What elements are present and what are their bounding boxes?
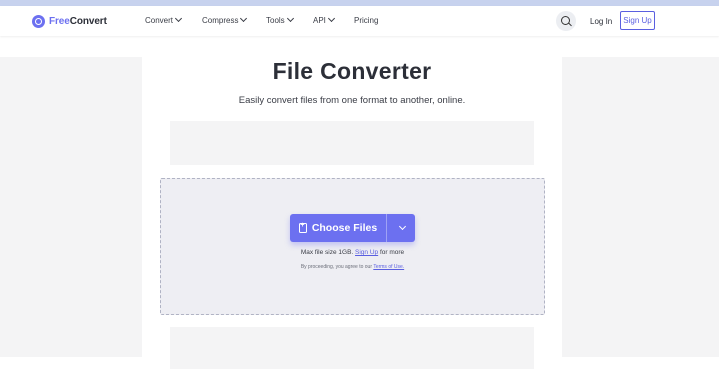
chevron-down-icon bbox=[174, 14, 183, 23]
choose-files-button[interactable]: Choose Files bbox=[290, 214, 386, 242]
upload-source-dropdown[interactable] bbox=[387, 214, 415, 242]
login-link[interactable]: Log In bbox=[590, 17, 612, 26]
signup-link[interactable]: Sign Up bbox=[355, 249, 378, 256]
nav-item-compress[interactable]: Compress bbox=[202, 14, 248, 25]
nav-item-convert[interactable]: Convert bbox=[145, 14, 183, 25]
top-ad-banner bbox=[170, 121, 534, 165]
nav-item-pricing[interactable]: Pricing bbox=[354, 16, 378, 25]
chevron-down-icon bbox=[398, 222, 407, 230]
freeconvert-logo-icon bbox=[32, 14, 45, 28]
file-drop-zone[interactable] bbox=[160, 178, 545, 315]
max-file-size-note: Max file size 1GB. Sign Up for more bbox=[300, 249, 405, 256]
page-subtitle: Easily convert files from one format to … bbox=[238, 95, 466, 106]
nav-item-api[interactable]: API bbox=[313, 14, 335, 25]
nav-item-tools[interactable]: Tools bbox=[266, 14, 294, 25]
left-ad-slot bbox=[0, 57, 142, 357]
chevron-down-icon bbox=[286, 14, 294, 23]
brand-logo[interactable]: FreeConvert bbox=[32, 14, 107, 28]
page-title: File Converter bbox=[272, 58, 432, 84]
bottom-ad-banner bbox=[170, 327, 534, 369]
terms-of-use-link[interactable]: Terms of Use. bbox=[373, 264, 404, 270]
signup-button[interactable]: Sign Up bbox=[620, 11, 655, 30]
chevron-down-icon bbox=[327, 14, 335, 23]
choose-files-button-group: Choose Files bbox=[290, 214, 415, 242]
chevron-down-icon bbox=[240, 14, 248, 23]
search-button[interactable] bbox=[556, 11, 576, 31]
top-navbar: FreeConvert Convert Compress Tools API P… bbox=[0, 6, 719, 36]
file-add-icon bbox=[298, 222, 307, 233]
brand-name: FreeConvert bbox=[49, 15, 107, 27]
terms-note: By proceeding, you agree to our Terms of… bbox=[300, 264, 405, 270]
right-ad-slot bbox=[562, 57, 719, 357]
